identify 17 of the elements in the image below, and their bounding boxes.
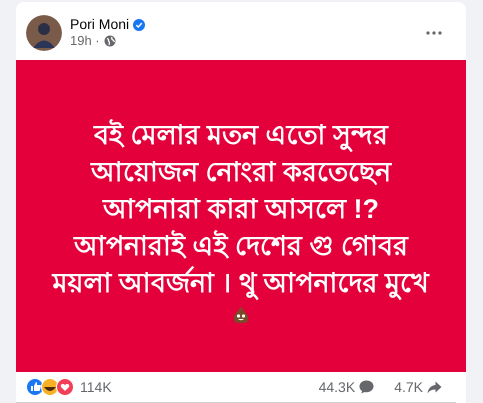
poop-icon	[232, 306, 250, 324]
more-icon[interactable]	[426, 30, 442, 34]
post-text-line: ময়লা আবর্জনা । থু আপনাদের মুখে	[52, 264, 430, 302]
share-count[interactable]: 4.7K	[394, 376, 423, 398]
post-text-line: আয়োজন নোংরা করতেছেন	[90, 156, 391, 188]
comment-count[interactable]: 44.3K	[318, 376, 356, 398]
post-text-line: আপনারাই এই দেশের গু গোবর	[74, 229, 408, 262]
post-text-line: আপনারা কারা আসলে !?	[103, 192, 379, 226]
post-text-line: বই মেলার মতন এতো সুন্দর	[94, 116, 388, 154]
reaction-count[interactable]: 114K	[80, 376, 112, 398]
author-name[interactable]: Pori Moni	[70, 16, 130, 33]
globe-icon	[104, 35, 116, 47]
post-time[interactable]: 19h ·	[70, 33, 100, 49]
reaction-icons-drawing[interactable]	[26, 378, 76, 396]
avatar[interactable]	[26, 14, 62, 50]
share-icon	[427, 380, 442, 394]
comment-icon	[359, 380, 374, 394]
